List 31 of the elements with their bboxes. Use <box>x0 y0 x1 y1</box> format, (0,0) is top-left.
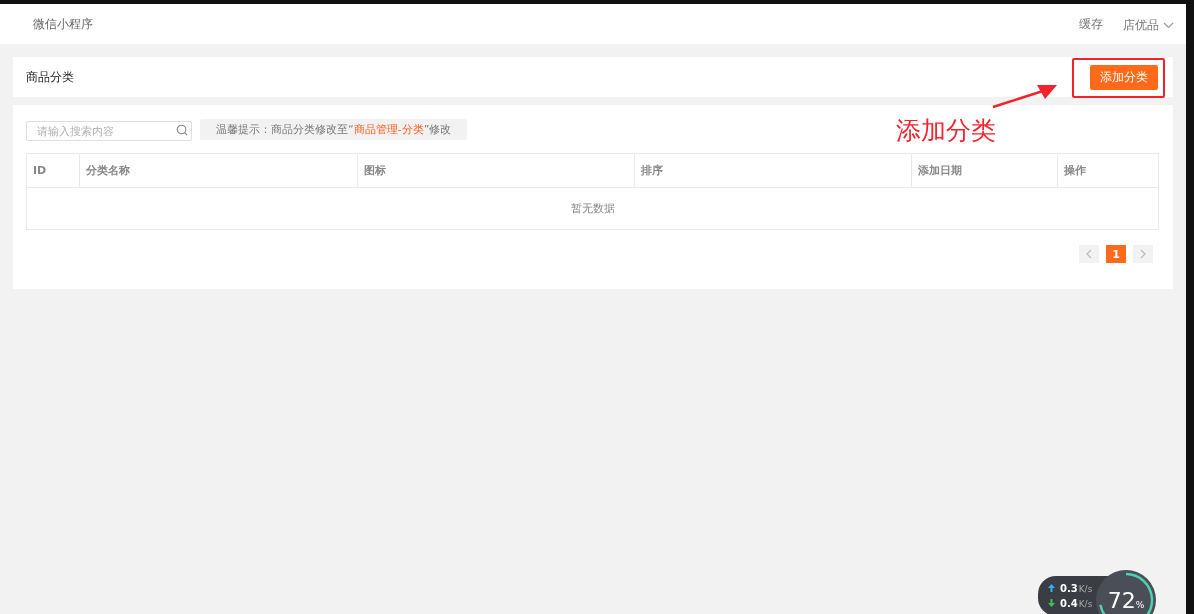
arrow-down-icon <box>1048 599 1055 607</box>
chevron-right-icon <box>1140 249 1146 259</box>
column-header: 添加日期 <box>911 153 1058 188</box>
previous-page-button[interactable] <box>1079 245 1099 263</box>
next-page-button[interactable] <box>1133 245 1153 263</box>
percent-sign: % <box>1135 600 1145 610</box>
chevron-down-icon <box>1163 22 1174 29</box>
search-icon <box>176 123 188 136</box>
column-header: 排序 <box>634 153 912 188</box>
annotation-label: 添加分类 <box>896 115 996 147</box>
speed-unit: K/s <box>1078 599 1093 609</box>
empty-message: 暂无数据 <box>26 187 1159 230</box>
usage-gauge-drawing <box>1096 570 1156 614</box>
search-field[interactable]: 请输入搜索内容 <box>26 121 192 141</box>
column-header: 操作 <box>1057 153 1159 188</box>
app-title: 微信小程序 <box>33 15 93 33</box>
cache-link[interactable]: 缓存 <box>1079 15 1103 33</box>
speed-unit: K/s <box>1078 584 1093 594</box>
shop-dropdown[interactable]: 店优品 <box>1123 17 1174 34</box>
column-header: 图标 <box>357 153 634 188</box>
upload-speed: 0.3 <box>1060 583 1078 594</box>
column-header: ID <box>26 153 80 188</box>
page-button[interactable]: 1 <box>1106 245 1126 263</box>
panel-title: 商品分类 <box>26 68 74 86</box>
chevron-left-icon <box>1086 249 1092 259</box>
add-category-button[interactable]: 添加分类 <box>1090 64 1158 90</box>
download-speed: 0.4 <box>1060 598 1078 609</box>
arrow-up-icon <box>1048 584 1055 592</box>
tip-message: 温馨提示：商品分类修改至“商品管理-分类”修改 <box>200 119 468 140</box>
column-header: 分类名称 <box>79 153 358 188</box>
usage-percent: 72 <box>1107 587 1136 613</box>
